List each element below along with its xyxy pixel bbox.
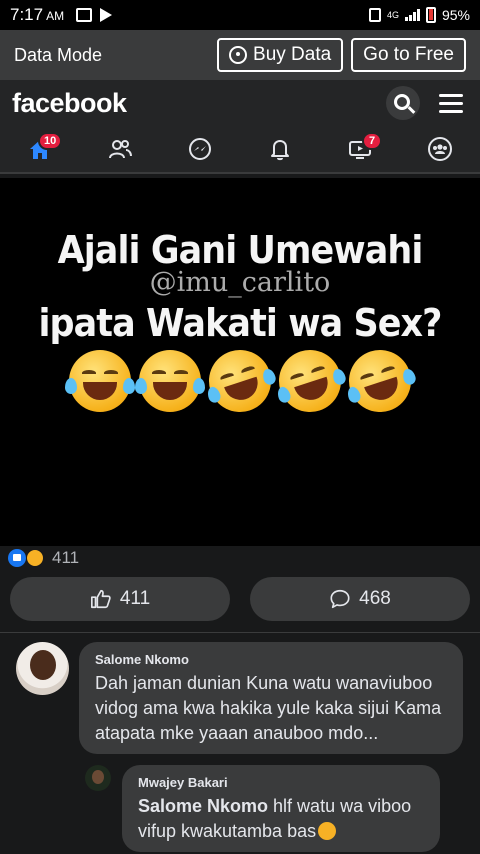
facebook-logo[interactable]: facebook bbox=[12, 88, 127, 119]
search-icon bbox=[393, 93, 410, 110]
tab-groups[interactable] bbox=[400, 126, 480, 172]
meme-text-line-2: ipata Wakati wa Sex? bbox=[38, 301, 442, 345]
rofl-emoji-icon bbox=[270, 341, 350, 421]
comment-count: 468 bbox=[359, 588, 391, 609]
battery-percent: 95% bbox=[441, 7, 470, 23]
divider bbox=[0, 632, 480, 633]
post-image[interactable]: Ajali Gani Umewahi @imu_carlito ipata Wa… bbox=[0, 178, 480, 546]
buy-data-button[interactable]: Buy Data bbox=[217, 38, 344, 72]
signal-icon bbox=[404, 9, 420, 21]
comment-bubble[interactable]: Salome Nkomo Dah jaman dunian Kuna watu … bbox=[79, 642, 463, 754]
friends-icon bbox=[109, 140, 132, 159]
broadcast-icon bbox=[229, 46, 248, 64]
comment-text: Dah jaman dunian Kuna watu wanaviuboo vi… bbox=[95, 673, 442, 743]
menu-button[interactable] bbox=[434, 86, 468, 120]
network-type: 4G bbox=[386, 10, 399, 20]
meme-text-line-1: Ajali Gani Umewahi bbox=[57, 228, 424, 272]
vibrate-icon bbox=[368, 8, 381, 22]
avatar[interactable] bbox=[16, 642, 69, 695]
go-to-free-button[interactable]: Go to Free bbox=[351, 38, 466, 72]
battery-icon bbox=[425, 7, 436, 23]
home-notification-badge: 10 bbox=[38, 132, 63, 150]
data-mode-label: Data Mode bbox=[14, 44, 103, 65]
search-button[interactable] bbox=[386, 86, 420, 120]
reply-bubble[interactable]: Mwajey Bakari Salome Nkomo hlf watu wa v… bbox=[122, 765, 440, 852]
rofl-emoji-icon bbox=[340, 341, 420, 421]
reaction-count: 411 bbox=[52, 548, 80, 567]
rofl-emoji-icon bbox=[200, 341, 280, 421]
tab-notifications[interactable] bbox=[240, 126, 320, 172]
tab-friends[interactable] bbox=[80, 126, 160, 172]
reply-text: Salome Nkomo hlf watu wa viboo vifup kwa… bbox=[138, 794, 424, 844]
tab-watch[interactable]: 7 bbox=[320, 126, 400, 172]
haha-reaction-icon bbox=[26, 549, 44, 567]
mention-link[interactable]: Salome Nkomo bbox=[138, 796, 268, 816]
app-header: facebook bbox=[0, 80, 480, 126]
rofl-emoji-icon bbox=[318, 822, 337, 840]
comment-author[interactable]: Mwajey Bakari bbox=[138, 775, 424, 790]
watch-notification-badge: 7 bbox=[362, 132, 382, 150]
comment-author[interactable]: Salome Nkomo bbox=[95, 652, 447, 667]
groups-icon bbox=[428, 137, 452, 161]
like-button[interactable]: 411 bbox=[10, 577, 230, 621]
comment-icon bbox=[330, 589, 350, 609]
reaction-summary[interactable]: 411 bbox=[8, 548, 79, 568]
tears-of-joy-emoji-icon bbox=[65, 350, 135, 412]
thumbs-up-icon bbox=[90, 589, 111, 609]
go-to-free-label: Go to Free bbox=[363, 44, 454, 65]
meme-watermark: @imu_carlito bbox=[149, 267, 331, 298]
data-mode-bar: Data Mode Buy Data Go to Free bbox=[0, 30, 480, 80]
play-store-icon bbox=[100, 8, 113, 22]
bell-icon bbox=[271, 140, 289, 161]
hamburger-icon bbox=[439, 93, 463, 113]
tab-home[interactable]: 10 bbox=[0, 126, 80, 172]
comment-button[interactable]: 468 bbox=[250, 577, 470, 621]
emoji-row bbox=[0, 341, 480, 421]
gallery-icon bbox=[76, 8, 93, 22]
tab-messenger[interactable] bbox=[160, 126, 240, 172]
avatar[interactable] bbox=[85, 765, 111, 791]
like-count: 411 bbox=[119, 588, 151, 609]
tab-bar: 10 7 bbox=[0, 126, 480, 174]
status-bar: 7:17 AM 4G 95% bbox=[0, 0, 480, 30]
messenger-icon bbox=[189, 138, 211, 160]
tears-of-joy-emoji-icon bbox=[135, 350, 205, 412]
status-time: 7:17 AM bbox=[10, 5, 65, 24]
buy-data-label: Buy Data bbox=[253, 44, 332, 65]
like-reaction-icon bbox=[8, 549, 26, 567]
